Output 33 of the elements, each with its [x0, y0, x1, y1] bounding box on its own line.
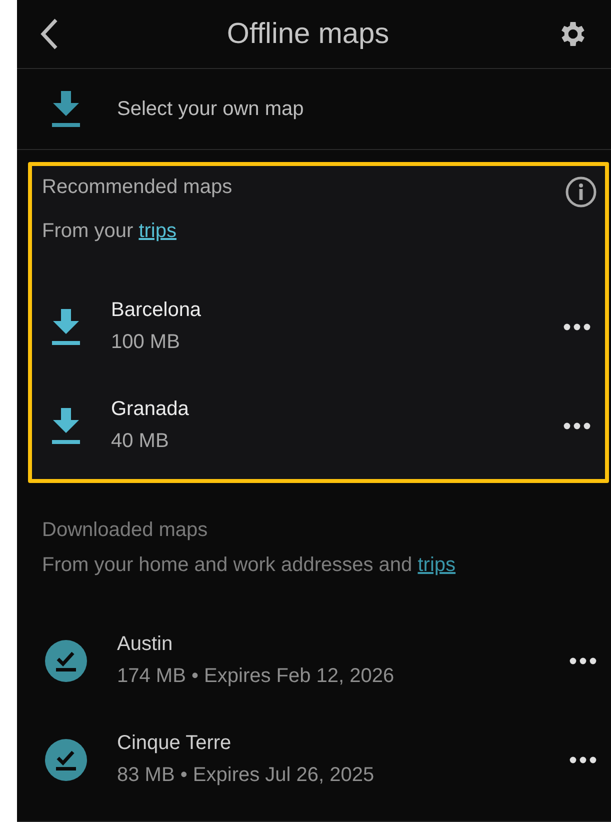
trips-link[interactable]: trips — [138, 220, 176, 242]
more-icon — [563, 422, 591, 430]
more-icon — [563, 322, 591, 330]
map-detail: 83 MB • Expires Jul 26, 2025 — [117, 764, 376, 787]
more-icon — [569, 656, 597, 664]
info-button[interactable] — [565, 176, 597, 208]
map-detail: 40 MB — [111, 430, 170, 453]
more-button[interactable] — [569, 656, 597, 664]
section-subtitle: From your trips — [42, 220, 178, 243]
map-name: Granada — [111, 398, 190, 421]
chevron-left-icon — [39, 18, 59, 50]
section-title: Downloaded maps — [42, 519, 208, 542]
more-icon — [569, 756, 597, 764]
map-name: Cinque Terre — [117, 732, 232, 755]
info-icon — [565, 176, 597, 208]
map-name: Austin — [117, 633, 174, 656]
download-icon — [51, 408, 81, 444]
back-button[interactable] — [39, 18, 59, 50]
map-detail: 174 MB • Expires Feb 12, 2026 — [117, 665, 396, 688]
trips-link[interactable]: trips — [418, 554, 456, 576]
section-subtitle: From your home and work addresses and trips — [42, 554, 457, 577]
download-icon — [51, 308, 81, 344]
check-circle-icon — [45, 640, 87, 682]
section-title: Recommended maps — [42, 176, 232, 199]
more-button[interactable] — [563, 422, 591, 430]
more-button[interactable] — [569, 756, 597, 764]
map-name: Barcelona — [111, 299, 202, 322]
screen-title: Offline maps — [226, 18, 390, 51]
check-circle-icon — [45, 738, 87, 780]
select-map-button[interactable]: Select your own map — [17, 69, 611, 150]
more-button[interactable] — [563, 322, 591, 330]
download-icon — [51, 91, 81, 128]
map-detail: 100 MB — [111, 331, 181, 354]
